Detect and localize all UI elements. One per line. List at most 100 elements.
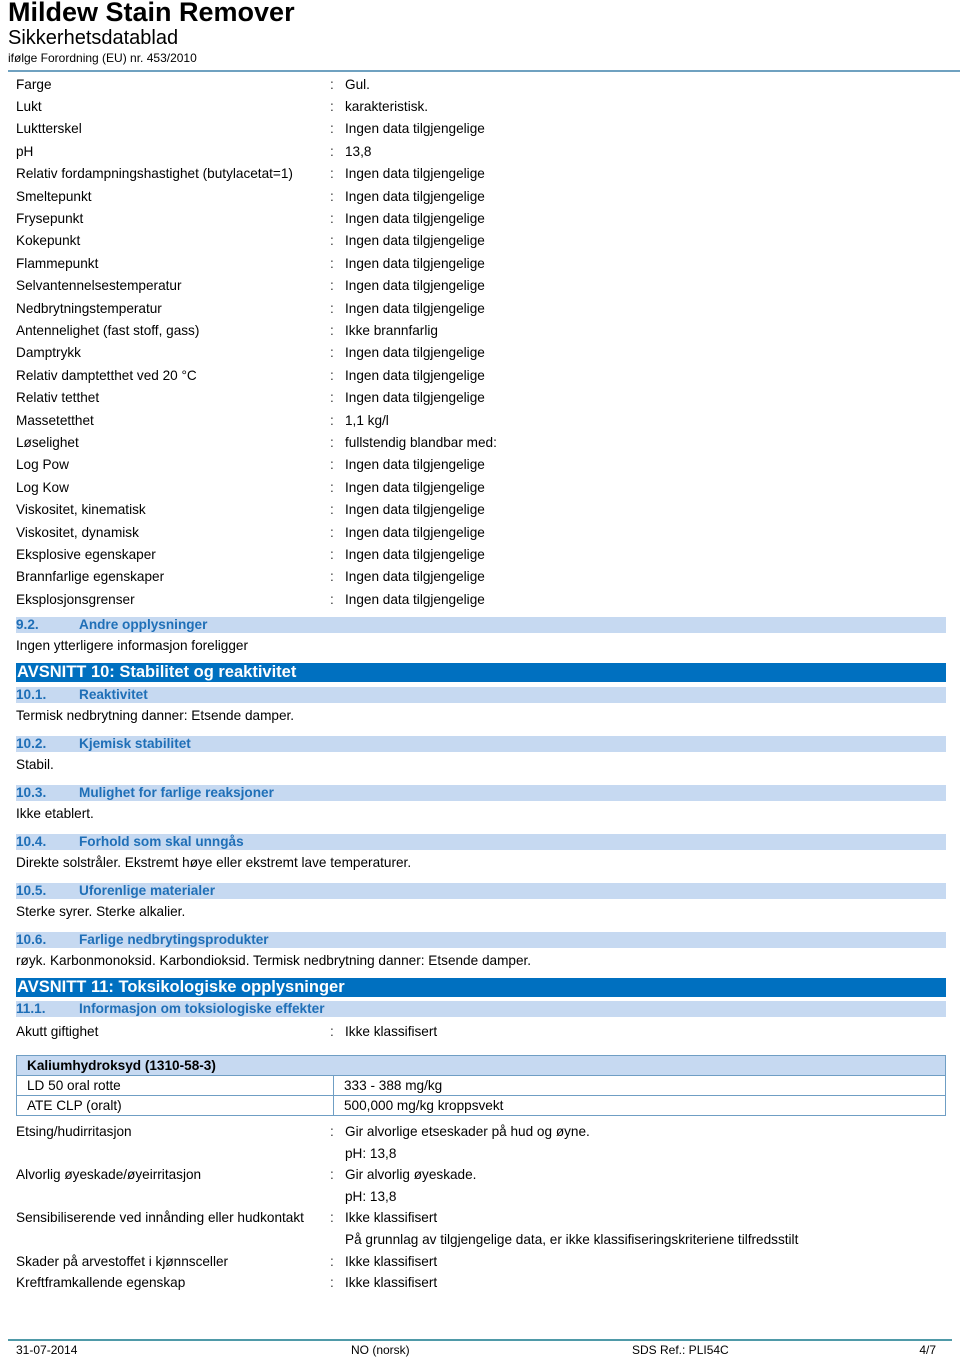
- subsection-text: Termisk nedbrytning danner: Etsende damp…: [16, 708, 295, 724]
- property-row: Massetetthet:1,1 kg/l: [16, 409, 946, 431]
- property-value: Ingen data tilgjengelige: [345, 457, 485, 473]
- footer-divider: [8, 1339, 952, 1341]
- header-divider: [8, 70, 960, 72]
- separator-colon: :: [330, 367, 334, 383]
- subsection-text: røyk. Karbonmonoksid. Karbondioksid. Ter…: [16, 953, 532, 969]
- properties-list: Farge: Gul. Lukt: karakteristisk. Luktterske…: [16, 73, 946, 610]
- effect-label: Skader på arvestoffet i kjønnsceller: [16, 1253, 229, 1269]
- property-value: Ingen data tilgjengelige: [345, 121, 485, 137]
- separator-colon: :: [330, 211, 334, 227]
- subsection-heading: 10.5. Uforenlige materialer: [16, 883, 946, 900]
- property-row: Log Pow: Ingen data tilgjengelige: [16, 454, 946, 476]
- effect-value: Ikke klassifisert: [345, 1275, 438, 1291]
- separator-colon: :: [330, 390, 334, 406]
- property-value: Ingen data tilgjengelige: [345, 211, 485, 227]
- effect-value: Gir alvorlige etseskader på hud og øyne.: [345, 1124, 590, 1140]
- toxicity-table: Kaliumhydroksyd (1310-58-3) LD 50 oral r…: [16, 1054, 946, 1116]
- subsection-text: Stabil.: [16, 757, 54, 773]
- property-label: Lukt: [16, 99, 42, 115]
- effect-value: Gir alvorlig øyeskade.: [345, 1167, 477, 1183]
- property-row: Relativ damptetthet ved 20 °C: Ingen data…: [16, 364, 946, 386]
- subsection-title: Farlige nedbrytingsprodukter: [79, 932, 269, 948]
- property-row: Brannfarlige egenskaper: Ingen data tilgj…: [16, 566, 946, 588]
- separator-colon: :: [330, 278, 334, 294]
- property-row-acute-toxicity: Akutt giftighet : Ikke klassifisert: [16, 1020, 946, 1042]
- property-value: Ingen data tilgjengelige: [345, 524, 485, 540]
- subsection-title: Reaktivitet: [79, 687, 148, 703]
- subsection-heading-11-1: 11.1. Informasjon om toksiologiske effek…: [16, 1001, 946, 1018]
- property-value: karakteristisk.: [345, 99, 429, 115]
- property-value: Ingen data tilgjengelige: [345, 278, 485, 294]
- footer-date: 31-07-2014: [16, 1343, 78, 1357]
- subsection-10-4: 10.4. Forhold som skal unngås Direkte sols…: [16, 834, 946, 871]
- property-label: Akutt giftighet: [16, 1024, 99, 1040]
- property-row: Lukt: karakteristisk.: [16, 95, 946, 117]
- toxicological-effects-list: Etsing/hudirritasjon: Gir alvorlige etses…: [16, 1121, 946, 1294]
- separator-colon: :: [330, 457, 334, 473]
- separator-colon: :: [330, 166, 334, 182]
- separator-colon: :: [330, 502, 334, 518]
- effect-label: Alvorlig øyeskade/øyeirritasjon: [16, 1167, 202, 1183]
- separator-colon: :: [330, 1210, 334, 1226]
- subsection-number: 9.2.: [16, 617, 39, 633]
- effect-label: Etsing/hudirritasjon: [16, 1124, 132, 1140]
- property-label: Luktterskel: [16, 121, 82, 137]
- property-label: Log Pow: [16, 457, 69, 473]
- subsection-heading: 10.4. Forhold som skal unngås: [16, 834, 946, 851]
- subsection-text: Direkte solstråler. Ekstremt høye eller …: [16, 855, 412, 871]
- subsection-number: 10.2.: [16, 736, 47, 752]
- property-value: Ingen data tilgjengelige: [345, 502, 485, 518]
- regulation-reference: ifølge Forordning (EU) nr. 453/2010: [8, 51, 197, 65]
- subsection-title: Informasjon om toksiologiske effekter: [79, 1001, 325, 1017]
- table-cell-key: LD 50 oral rotte: [16, 1074, 334, 1096]
- effect-row-continuation: pH: 13,8: [16, 1186, 946, 1208]
- property-row: Kokepunkt: Ingen data tilgjengelige: [16, 230, 946, 252]
- separator-colon: :: [330, 1124, 334, 1140]
- property-row: Relativ fordampningshastighet (butylacet…: [16, 163, 946, 185]
- subsection-number: 11.1.: [16, 1001, 46, 1017]
- subsection-heading-9-2: 9.2. Andre opplysninger: [16, 617, 946, 634]
- separator-colon: :: [330, 99, 334, 115]
- property-value: Ingen data tilgjengelige: [345, 390, 485, 406]
- property-row: pH:13,8: [16, 140, 946, 162]
- property-row: Smeltepunkt: Ingen data tilgjengelige: [16, 185, 946, 207]
- effect-row-continuation: pH: 13,8: [16, 1142, 946, 1164]
- separator-colon: :: [330, 524, 334, 540]
- effect-row: Etsing/hudirritasjon: Gir alvorlige etses…: [16, 1121, 946, 1143]
- subsection-10-6: 10.6. Farlige nedbrytingsprodukter røyk. K…: [16, 932, 946, 969]
- property-label: Eksplosive egenskaper: [16, 546, 156, 562]
- property-value: 1,1 kg/l: [345, 412, 389, 428]
- separator-colon: :: [330, 322, 334, 338]
- section-heading-10: AVSNITT 10: Stabilitet og reaktivitet: [16, 663, 946, 683]
- property-row: Luktterskel: Ingen data tilgjengelige: [16, 118, 946, 140]
- subsection-title: Kjemisk stabilitet: [79, 736, 191, 752]
- property-value: Ikke brannfarlig: [345, 322, 438, 338]
- effect-row: Skader på arvestoffet i kjønnsceller: Ikk…: [16, 1250, 946, 1272]
- separator-colon: :: [330, 143, 334, 159]
- subsection-number: 10.5.: [16, 883, 47, 899]
- property-label: pH: [16, 143, 34, 159]
- section-heading-11: AVSNITT 11: Toksikologiske opplysninger: [16, 978, 946, 998]
- property-value: Gul.: [345, 76, 370, 92]
- footer-page-number: 4/7: [919, 1343, 936, 1357]
- property-row: Farge: Gul.: [16, 73, 946, 95]
- effect-value: pH: 13,8: [345, 1145, 397, 1161]
- separator-colon: :: [330, 345, 334, 361]
- subsection-text: Ikke etablert.: [16, 806, 94, 822]
- property-label: Kokepunkt: [16, 233, 81, 249]
- subsection-number: 10.3.: [16, 785, 47, 801]
- property-label: Farge: [16, 76, 52, 92]
- separator-colon: :: [330, 300, 334, 316]
- property-value: Ikke klassifisert: [345, 1024, 438, 1040]
- property-label: Relativ fordampningshastighet (butylacet…: [16, 166, 293, 182]
- section-10-body: 10.1. Reaktivitet Termisk nedbrytning dann…: [16, 687, 946, 969]
- separator-colon: :: [330, 1275, 334, 1291]
- property-row: Viskositet, dynamisk: Ingen data tilgjeng…: [16, 521, 946, 543]
- subsection-text: Ingen ytterligere informasjon foreligger: [16, 638, 248, 654]
- subsection-number: 10.4.: [16, 834, 47, 850]
- effect-label: Kreftframkallende egenskap: [16, 1275, 186, 1291]
- separator-colon: :: [330, 76, 334, 92]
- property-row: Løselighet: fullstendig blandbar med:: [16, 431, 946, 453]
- property-row: Nedbrytningstemperatur: Ingen data tilgje…: [16, 297, 946, 319]
- property-label: Log Kow: [16, 479, 69, 495]
